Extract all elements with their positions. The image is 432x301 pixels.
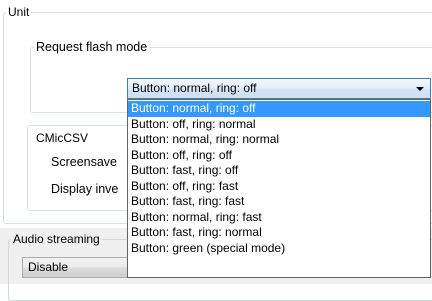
request-flash-dropdown[interactable]: Button: normal, ring: off Button: off, r… — [127, 99, 431, 278]
screensaver-label: Screensave — [51, 155, 118, 169]
audio-streaming-title: Audio streaming — [11, 232, 102, 246]
dropdown-option[interactable]: Button: normal, ring: off — [128, 101, 430, 117]
audio-streaming-select[interactable]: Disable — [22, 257, 132, 278]
dropdown-option[interactable]: Button: normal, ring: normal — [128, 132, 430, 148]
display-invert-label: Display inve — [51, 182, 119, 196]
audio-streaming-value: Disable — [28, 260, 69, 274]
chevron-down-icon[interactable] — [416, 87, 424, 91]
cmiccsv-title: CMicCSV — [34, 131, 91, 145]
unit-group-title: Unit — [6, 5, 32, 19]
request-flash-select[interactable]: Button: normal, ring: off — [127, 78, 431, 99]
dropdown-option[interactable]: Button: green (special mode) — [128, 241, 430, 257]
dropdown-option[interactable]: Button: off, ring: fast — [128, 179, 430, 195]
dropdown-option[interactable]: Button: off, ring: off — [128, 148, 430, 164]
dropdown-option[interactable]: Button: fast, ring: fast — [128, 194, 430, 210]
dropdown-option[interactable]: Button: fast, ring: normal — [128, 225, 430, 241]
dropdown-option[interactable]: Button: fast, ring: off — [128, 163, 430, 179]
dropdown-option[interactable]: Button: normal, ring: fast — [128, 210, 430, 226]
request-flash-title: Request flash mode — [34, 40, 150, 54]
dropdown-option[interactable]: Button: off, ring: normal — [128, 117, 430, 133]
request-flash-selected-value: Button: normal, ring: off — [132, 81, 257, 95]
